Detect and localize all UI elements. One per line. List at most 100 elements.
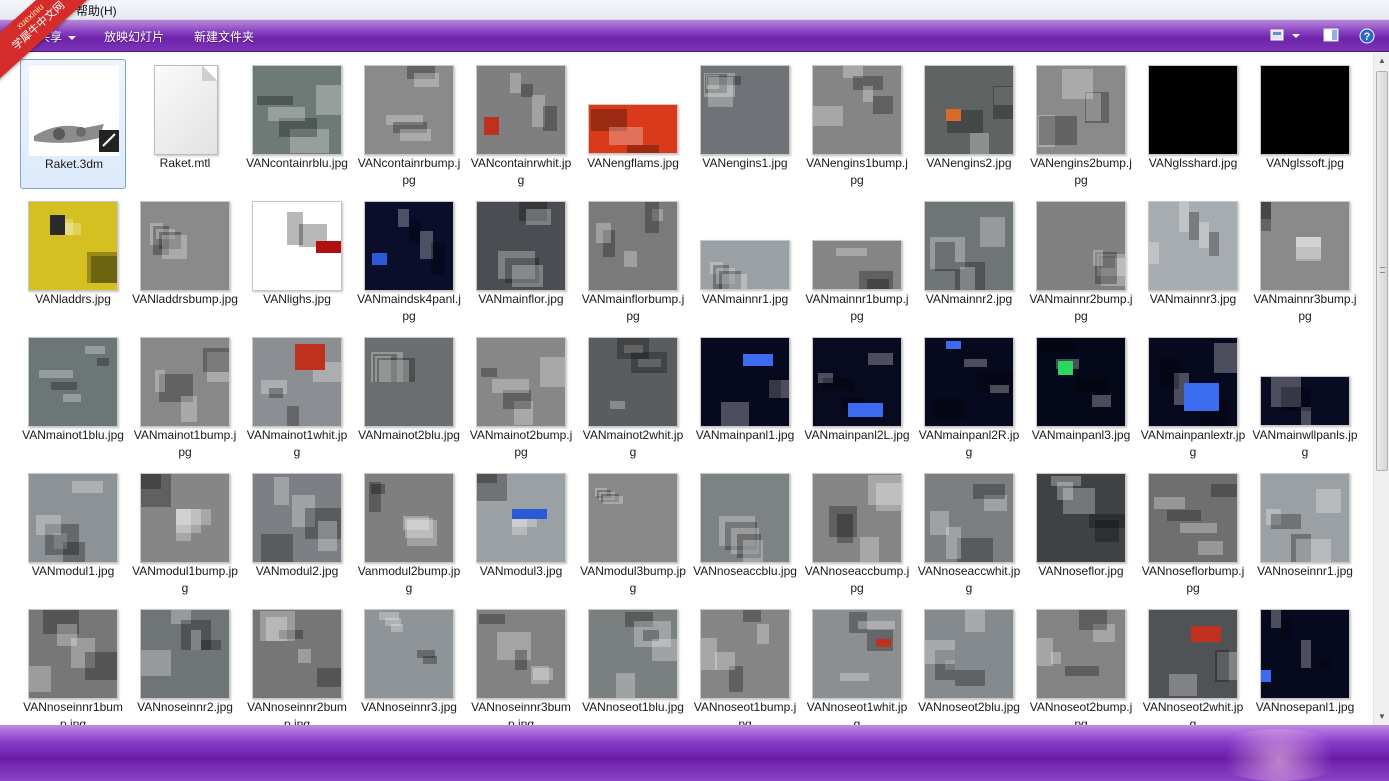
file-item[interactable]: VANnoseot1bump.jpg <box>692 603 798 725</box>
file-item[interactable]: VANmodul1.jpg <box>20 467 126 597</box>
file-item[interactable]: VANmainpanl2R.jpg <box>916 331 1022 461</box>
scrollbar-thumb[interactable] <box>1376 71 1388 471</box>
texture-patch <box>36 515 61 535</box>
file-name: VANmainnr1.jpg <box>701 292 789 306</box>
texture-patch <box>1086 93 1101 121</box>
texture-patch <box>1214 343 1237 373</box>
file-item[interactable]: VANengins1.jpg <box>692 59 798 189</box>
file-item[interactable]: VANglsshard.jpg <box>1140 59 1246 189</box>
file-item[interactable]: VANmainflor.jpg <box>468 195 574 325</box>
preview-pane-icon[interactable] <box>1323 28 1339 47</box>
file-item[interactable]: VANnoseot2blu.jpg <box>916 603 1022 725</box>
file-item[interactable]: VANmainpanl1.jpg <box>692 331 798 461</box>
file-item[interactable]: VANmaindsk4panl.jpg <box>356 195 462 325</box>
menu-help[interactable]: 帮助(H) <box>76 2 117 19</box>
file-name: VANmainot1blu.jpg <box>22 428 124 442</box>
file-item[interactable]: VANmainpanlextr.jpg <box>1140 331 1246 461</box>
file-item[interactable]: VANnoseot2whit.jpg <box>1140 603 1246 725</box>
image-thumbnail <box>1036 65 1126 155</box>
texture-patch <box>260 611 295 641</box>
file-item[interactable]: VANmainnr1bump.jpg <box>804 195 910 325</box>
file-item[interactable]: VANnosepanl1.jpg <box>1252 603 1358 725</box>
vertical-scrollbar[interactable]: ▲ ▼ <box>1373 53 1389 725</box>
file-item[interactable]: VANmainnr2.jpg <box>916 195 1022 325</box>
file-item[interactable]: VANmainot2whit.jpg <box>580 331 686 461</box>
file-item[interactable]: VANnoseinnr1bump.jpg <box>20 603 126 725</box>
file-item[interactable]: VANmainpanl2L.jpg <box>804 331 910 461</box>
view-options-icon[interactable] <box>1270 28 1300 47</box>
file-item[interactable]: VANnoseinnr2.jpg <box>132 603 238 725</box>
scroll-down-icon[interactable]: ▼ <box>1374 709 1389 725</box>
file-item[interactable]: VANmainot1whit.jpg <box>244 331 350 461</box>
new-folder-button[interactable]: 新建文件夹 <box>194 28 254 45</box>
texture-patch <box>722 274 747 289</box>
file-item[interactable]: VANcontainrblu.jpg <box>244 59 350 189</box>
file-item[interactable]: VANmodul3.jpg <box>468 467 574 597</box>
file-item[interactable]: VANmainpanl3.jpg <box>1028 331 1134 461</box>
file-item[interactable]: VANmodul1bump.jpg <box>132 467 238 597</box>
file-item[interactable]: VANmainot1bump.jpg <box>132 331 238 461</box>
file-item[interactable]: Raket.3dm <box>20 59 126 189</box>
file-item[interactable]: VANnoseinnr3bump.jpg <box>468 603 574 725</box>
file-item[interactable]: VANengins1bump.jpg <box>804 59 910 189</box>
file-item[interactable]: VANengflams.jpg <box>580 59 686 189</box>
file-item[interactable]: VANcontainrwhit.jpg <box>468 59 574 189</box>
file-item[interactable]: VANladdrsbump.jpg <box>132 195 238 325</box>
file-item[interactable]: VANmainot1blu.jpg <box>20 331 126 461</box>
file-item[interactable]: Raket.mtl <box>132 59 238 189</box>
texture-patch <box>274 477 289 505</box>
file-item[interactable]: VANmainwllpanls.jpg <box>1252 331 1358 461</box>
file-item[interactable]: VANmainnr2bump.jpg <box>1028 195 1134 325</box>
file-item[interactable]: VANmainot2bump.jpg <box>468 331 574 461</box>
texture-patch <box>1039 116 1077 145</box>
file-item[interactable]: Vanmodul2bump.jpg <box>356 467 462 597</box>
texture-patch <box>1089 514 1125 528</box>
file-item[interactable]: VANnoseinnr1.jpg <box>1252 467 1358 597</box>
file-item[interactable]: VANnoseaccblu.jpg <box>692 467 798 597</box>
file-item[interactable]: VANmodul2.jpg <box>244 467 350 597</box>
texture-patch <box>407 520 437 546</box>
texture-patch <box>743 354 773 366</box>
file-name: VANengflams.jpg <box>587 156 679 170</box>
file-item[interactable]: VANladdrs.jpg <box>20 195 126 325</box>
file-item[interactable]: VANengins2.jpg <box>916 59 1022 189</box>
model-thumbnail <box>29 66 119 156</box>
file-item[interactable]: VANnoseflorbump.jpg <box>1140 467 1246 597</box>
file-name: VANmainnr3bump.jpg <box>1253 292 1357 323</box>
texture-patch <box>1215 650 1229 682</box>
file-name: VANlighs.jpg <box>263 292 331 306</box>
file-item[interactable]: VANnoseflor.jpg <box>1028 467 1134 597</box>
file-name: Vanmodul2bump.jpg <box>357 564 461 595</box>
texture-patch <box>398 209 409 227</box>
file-item[interactable]: VANnoseot1whit.jpg <box>804 603 910 725</box>
file-item[interactable]: VANglssoft.jpg <box>1252 59 1358 189</box>
file-item[interactable]: VANmainot2blu.jpg <box>356 331 462 461</box>
help-icon[interactable]: ? <box>1359 28 1375 49</box>
taskbar-ornament <box>1209 729 1349 781</box>
texture-patch <box>876 483 901 511</box>
file-item[interactable]: VANmainnr1.jpg <box>692 195 798 325</box>
texture-patch <box>379 612 399 620</box>
image-thumbnail <box>476 337 566 427</box>
file-item[interactable]: VANnoseot1blu.jpg <box>580 603 686 725</box>
file-view: Raket.3dm Raket.mtl VANcontainrblu.jpg VANc… <box>0 53 1373 725</box>
file-item[interactable]: VANnoseinnr3.jpg <box>356 603 462 725</box>
texture-patch <box>512 265 543 287</box>
image-thumbnail <box>364 473 454 563</box>
file-item[interactable]: VANmainnr3bump.jpg <box>1252 195 1358 325</box>
image-thumbnail <box>924 473 1014 563</box>
scroll-up-icon[interactable]: ▲ <box>1374 53 1389 69</box>
file-item[interactable]: VANmodul3bump.jpg <box>580 467 686 597</box>
file-item[interactable]: VANnoseot2bump.jpg <box>1028 603 1134 725</box>
texture-patch <box>743 610 761 622</box>
file-item[interactable]: VANlighs.jpg <box>244 195 350 325</box>
file-item[interactable]: VANmainnr3.jpg <box>1140 195 1246 325</box>
file-item[interactable]: VANnoseaccbump.jpg <box>804 467 910 597</box>
file-item[interactable]: VANnoseinnr2bump.jpg <box>244 603 350 725</box>
texture-patch <box>617 338 649 359</box>
file-item[interactable]: VANnoseaccwhit.jpg <box>916 467 1022 597</box>
file-item[interactable]: VANmainflorbump.jpg <box>580 195 686 325</box>
slideshow-button[interactable]: 放映幻灯片 <box>104 28 164 45</box>
file-item[interactable]: VANcontainrbump.jpg <box>356 59 462 189</box>
file-item[interactable]: VANengins2bump.jpg <box>1028 59 1134 189</box>
